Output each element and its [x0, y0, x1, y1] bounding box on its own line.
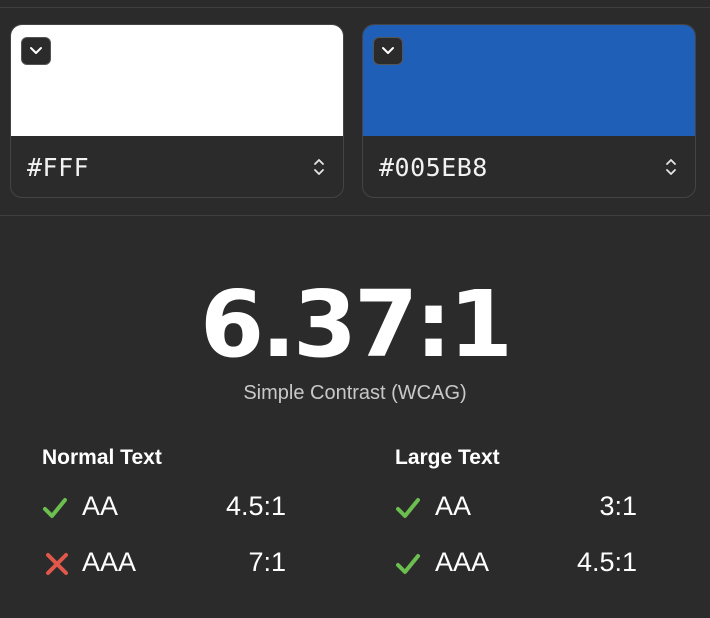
contrast-ratio: 6.37:1	[200, 271, 513, 378]
top-divider	[0, 7, 710, 8]
contrast-checker: #FFF #005EB8 6.37:1 Simple Contrast (WCA…	[0, 0, 710, 618]
foreground-hex-field[interactable]: #FFF	[27, 153, 89, 182]
foreground-picker-button[interactable]	[21, 37, 51, 65]
checkmark-icon	[396, 554, 420, 574]
background-swatch[interactable]	[363, 25, 695, 136]
background-picker-button[interactable]	[373, 37, 403, 65]
large-text-title: Large Text	[395, 446, 500, 469]
large-aaa-ratio: 4.5:1	[576, 547, 637, 577]
section-divider	[0, 215, 710, 216]
foreground-swatch[interactable]	[11, 25, 343, 136]
normal-aa-level: AA	[82, 491, 119, 521]
background-color-card: #005EB8	[362, 24, 696, 198]
normal-aaa-level: AAA	[82, 547, 137, 577]
up-down-chevron-icon[interactable]	[313, 156, 325, 178]
large-aaa-level: AAA	[435, 547, 490, 577]
checkmark-icon	[43, 498, 67, 518]
contrast-ratio-label: Simple Contrast (WCAG)	[243, 382, 467, 404]
chevron-down-icon	[30, 47, 42, 54]
cross-icon	[46, 553, 68, 575]
normal-aaa-ratio: 7:1	[248, 547, 286, 577]
foreground-color-card: #FFF	[10, 24, 344, 198]
up-down-chevron-icon[interactable]	[665, 156, 677, 178]
background-hex-field[interactable]: #005EB8	[379, 153, 488, 182]
large-aa-level: AA	[435, 491, 472, 521]
chevron-down-icon	[382, 47, 394, 54]
normal-text-title: Normal Text	[42, 446, 162, 469]
checkmark-icon	[396, 498, 420, 518]
large-aa-ratio: 3:1	[599, 491, 637, 521]
normal-aa-ratio: 4.5:1	[225, 491, 286, 521]
